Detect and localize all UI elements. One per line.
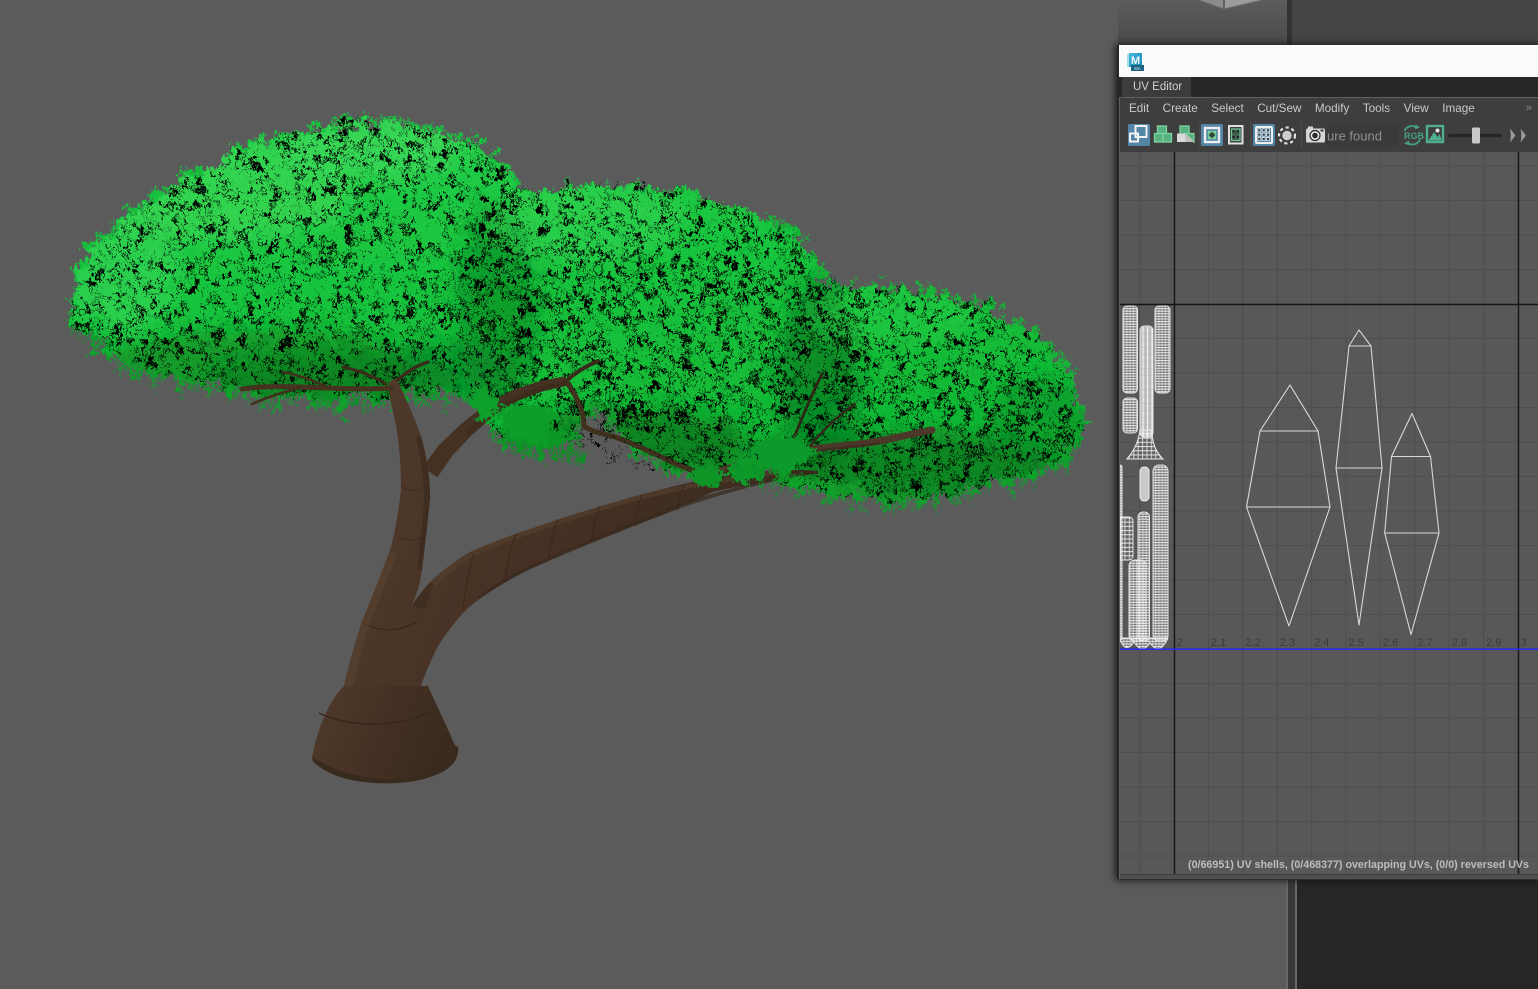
svg-text:2.1: 2.1 bbox=[1211, 637, 1226, 649]
svg-text:2.3: 2.3 bbox=[1280, 637, 1295, 649]
svg-text:2.4: 2.4 bbox=[1314, 637, 1329, 649]
svg-text:2.9: 2.9 bbox=[1486, 637, 1501, 649]
svg-text:3: 3 bbox=[1521, 637, 1527, 649]
svg-text:2.6: 2.6 bbox=[1383, 637, 1398, 649]
svg-text:2.7: 2.7 bbox=[1417, 637, 1432, 649]
svg-text:2.5: 2.5 bbox=[1349, 637, 1364, 649]
svg-text:ure found: ure found bbox=[1327, 129, 1382, 144]
svg-text:MA: MA bbox=[1134, 66, 1140, 71]
svg-text:RGB: RGB bbox=[1404, 131, 1425, 141]
svg-text:2.8: 2.8 bbox=[1452, 637, 1467, 649]
svg-text:2.2: 2.2 bbox=[1245, 637, 1260, 649]
svg-text:2: 2 bbox=[1177, 637, 1183, 649]
